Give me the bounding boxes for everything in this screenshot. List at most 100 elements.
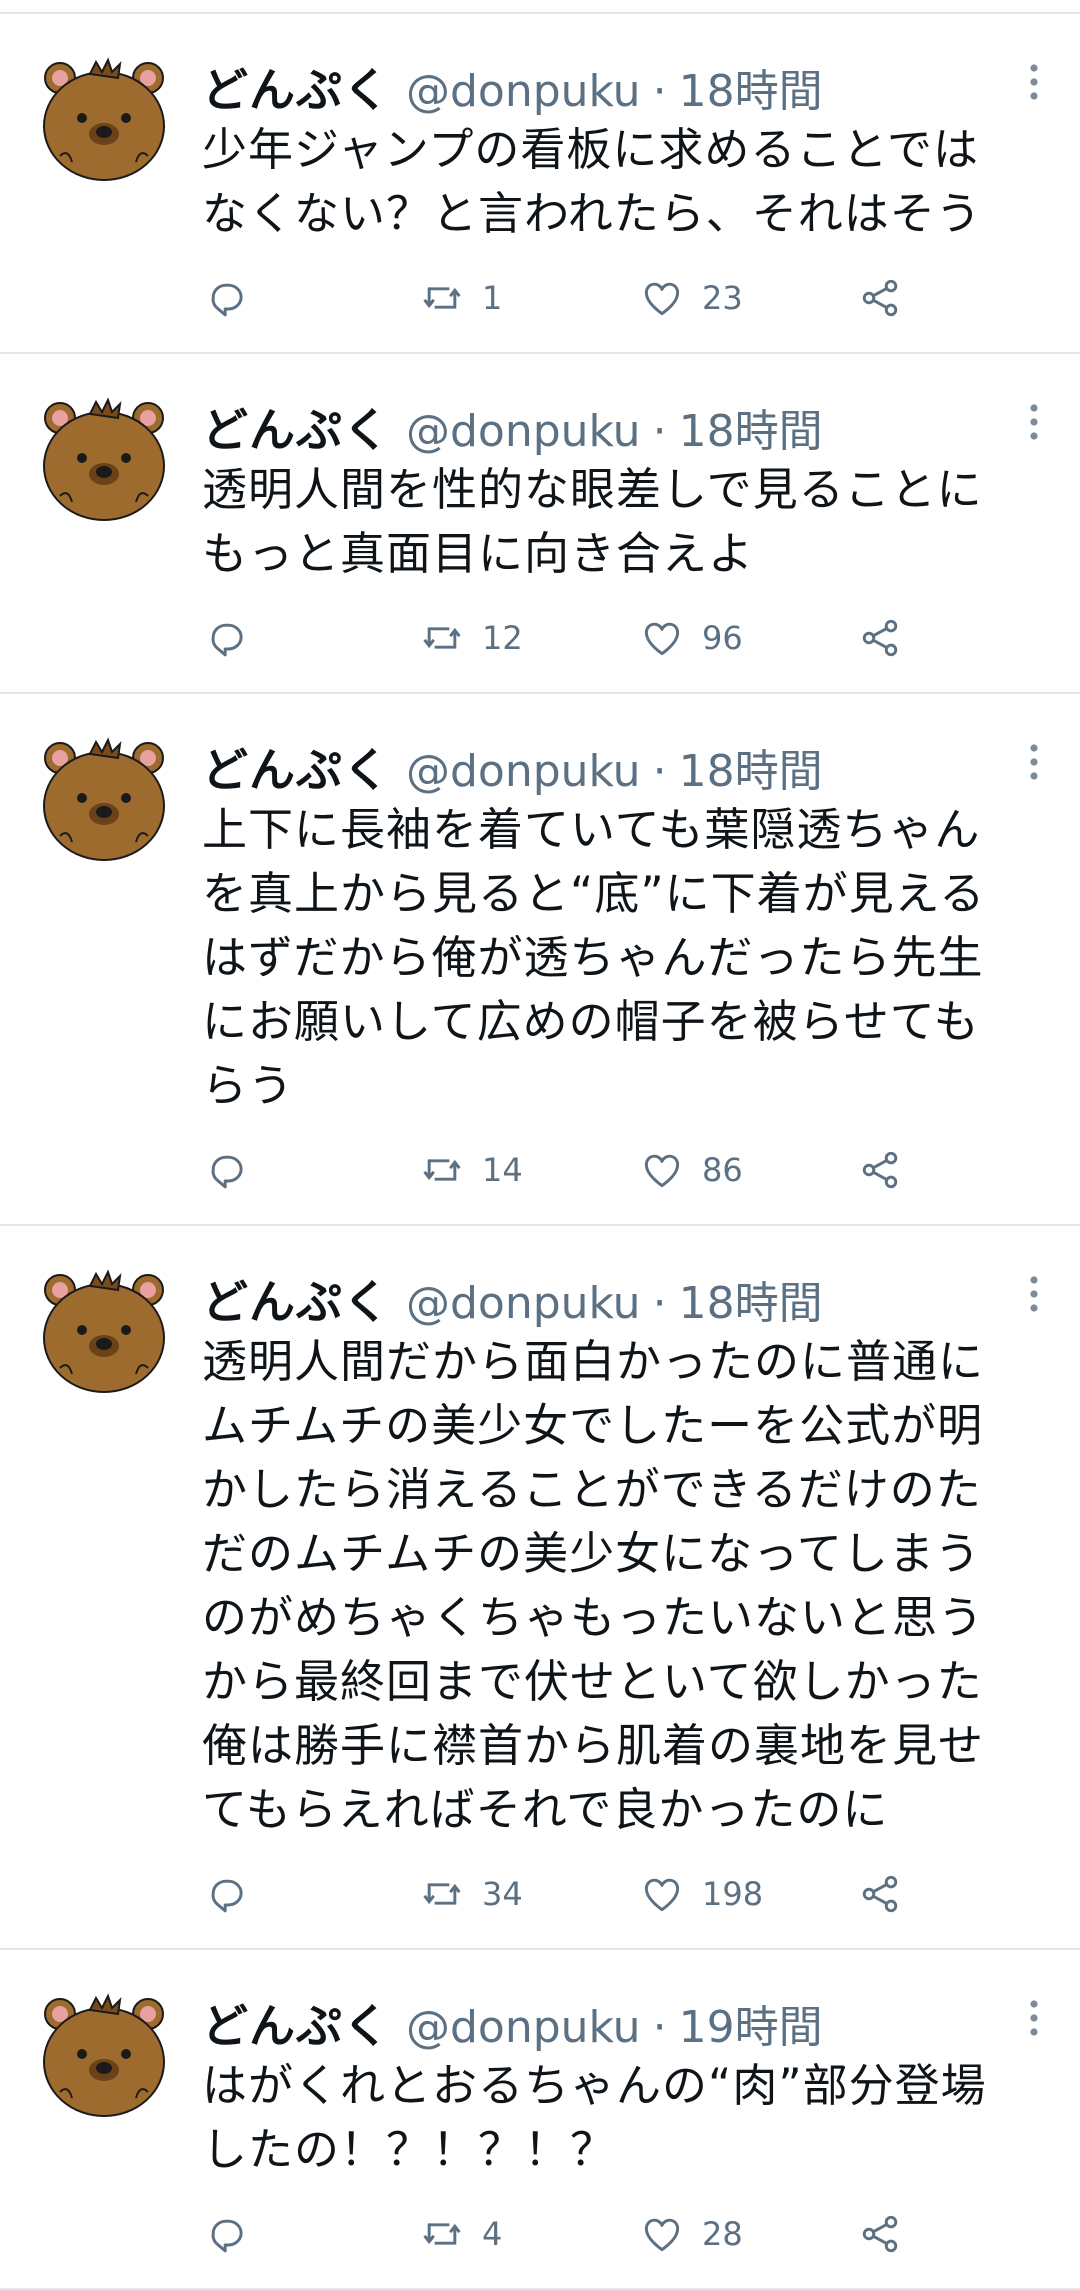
reply-icon <box>211 2219 243 2253</box>
handle[interactable]: @donpuku <box>406 406 641 457</box>
retweet-button[interactable]: 12 <box>420 608 523 668</box>
like-button[interactable]: 86 <box>640 1140 743 1200</box>
retweet-icon <box>423 627 461 649</box>
separator: · <box>652 746 667 797</box>
tweet-actions: 4 28 <box>0 2204 1080 2264</box>
share-icon <box>862 1875 898 1913</box>
tweet-text: 少年ジャンプの看板に求めることでは なくない？と言われたら、それはそう <box>202 123 982 240</box>
reply-button[interactable] <box>205 1140 249 1200</box>
tweet-header: どんぷく @donpuku · 18時間 <box>202 1266 823 1331</box>
more-vertical-icon[interactable] <box>1024 1998 1044 2038</box>
retweet-icon <box>423 1883 461 1905</box>
tweet[interactable]: どんぷく @donpuku · 19時間 はがくれとおるちゃんの“肉”部分登場 … <box>0 1950 1080 2290</box>
share-button[interactable] <box>858 1864 902 1924</box>
like-count: 28 <box>702 2215 743 2253</box>
timestamp[interactable]: 18時間 <box>679 55 823 119</box>
more-vertical-icon[interactable] <box>1024 402 1044 442</box>
reply-icon <box>211 623 243 657</box>
tweet[interactable]: どんぷく @donpuku · 18時間 上下に長袖を着ていても葉隠透ちゃん を… <box>0 694 1080 1226</box>
retweet-button[interactable]: 34 <box>420 1864 523 1924</box>
timestamp[interactable]: 18時間 <box>679 735 823 799</box>
tweet-header: どんぷく @donpuku · 18時間 <box>202 394 823 459</box>
retweet-button[interactable]: 14 <box>420 1140 523 1200</box>
tweet-feed: どんぷく @donpuku · 18時間 少年ジャンプの看板に求めることでは な… <box>0 0 1080 2290</box>
handle[interactable]: @donpuku <box>406 2002 641 2053</box>
like-count: 23 <box>702 279 743 317</box>
like-count: 86 <box>702 1151 743 1189</box>
share-icon <box>862 619 898 657</box>
retweet-count: 4 <box>482 2215 503 2253</box>
bear-avatar-icon <box>43 57 165 181</box>
avatar[interactable] <box>38 1988 170 2120</box>
tweet-actions: 1 23 <box>0 268 1080 328</box>
reply-icon <box>211 1879 243 1913</box>
retweet-button[interactable]: 1 <box>420 268 502 328</box>
reply-button[interactable] <box>205 1864 249 1924</box>
tweet-text: 上下に長袖を着ていても葉隠透ちゃん を真上から見ると“底”に下着が見える はずだ… <box>202 803 986 1112</box>
share-button[interactable] <box>858 2204 902 2264</box>
more-vertical-icon[interactable] <box>1024 1274 1044 1314</box>
display-name[interactable]: どんぷく <box>202 734 390 800</box>
tweet-actions: 34 198 <box>0 1864 1080 1924</box>
share-button[interactable] <box>858 268 902 328</box>
retweet-count: 1 <box>482 279 503 317</box>
avatar[interactable] <box>38 1264 170 1396</box>
retweet-icon <box>423 1159 461 1181</box>
like-count: 198 <box>702 1875 764 1913</box>
retweet-count: 34 <box>482 1875 523 1913</box>
share-icon <box>862 1151 898 1189</box>
more-vertical-icon[interactable] <box>1024 62 1044 102</box>
tweet-header: どんぷく @donpuku · 18時間 <box>202 734 823 799</box>
reply-icon <box>211 1155 243 1189</box>
avatar[interactable] <box>38 52 170 184</box>
avatar[interactable] <box>38 392 170 524</box>
timestamp[interactable]: 19時間 <box>679 1991 823 2055</box>
display-name[interactable]: どんぷく <box>202 394 390 460</box>
retweet-count: 12 <box>482 619 523 657</box>
bear-avatar-icon <box>43 1269 165 1393</box>
heart-icon <box>644 282 680 316</box>
share-icon <box>862 2215 898 2253</box>
like-button[interactable]: 96 <box>640 608 743 668</box>
retweet-icon <box>423 2223 461 2245</box>
retweet-button[interactable]: 4 <box>420 2204 502 2264</box>
tweet[interactable]: どんぷく @donpuku · 18時間 少年ジャンプの看板に求めることでは な… <box>0 14 1080 354</box>
reply-button[interactable] <box>205 608 249 668</box>
display-name[interactable]: どんぷく <box>202 1990 390 2056</box>
heart-icon <box>644 1154 680 1188</box>
tweet[interactable]: どんぷく @donpuku · 18時間 透明人間だから面白かったのに普通に ム… <box>0 1226 1080 1950</box>
tweet-text: 透明人間だから面白かったのに普通に ムチムチの美少女でしたーを公式が明 かしたら… <box>202 1335 985 1836</box>
heart-icon <box>644 1878 680 1912</box>
separator: · <box>652 2002 667 2053</box>
like-button[interactable]: 23 <box>640 268 743 328</box>
bear-avatar-icon <box>43 1993 165 2117</box>
timestamp[interactable]: 18時間 <box>679 395 823 459</box>
tweet[interactable]: どんぷく @donpuku · 18時間 透明人間を性的な眼差しで見ることに も… <box>0 354 1080 694</box>
heart-icon <box>644 622 680 656</box>
more-vertical-icon[interactable] <box>1024 742 1044 782</box>
reply-button[interactable] <box>205 268 249 328</box>
tweet-text: 透明人間を性的な眼差しで見ることに もっと真面目に向き合えよ <box>202 463 983 580</box>
handle[interactable]: @donpuku <box>406 1278 641 1329</box>
share-button[interactable] <box>858 1140 902 1200</box>
timestamp[interactable]: 18時間 <box>679 1267 823 1331</box>
separator: · <box>652 406 667 457</box>
reply-icon <box>211 283 243 317</box>
display-name[interactable]: どんぷく <box>202 54 390 120</box>
share-icon <box>862 279 898 317</box>
handle[interactable]: @donpuku <box>406 746 641 797</box>
share-button[interactable] <box>858 608 902 668</box>
like-count: 96 <box>702 619 743 657</box>
reply-button[interactable] <box>205 2204 249 2264</box>
like-button[interactable]: 28 <box>640 2204 743 2264</box>
tweet-header: どんぷく @donpuku · 18時間 <box>202 54 823 119</box>
bear-avatar-icon <box>43 737 165 861</box>
handle[interactable]: @donpuku <box>406 66 641 117</box>
retweet-count: 14 <box>482 1151 523 1189</box>
heart-icon <box>644 2218 680 2252</box>
display-name[interactable]: どんぷく <box>202 1266 390 1332</box>
like-button[interactable]: 198 <box>640 1864 763 1924</box>
bear-avatar-icon <box>43 397 165 521</box>
avatar[interactable] <box>38 732 170 864</box>
tweet-actions: 14 86 <box>0 1140 1080 1200</box>
